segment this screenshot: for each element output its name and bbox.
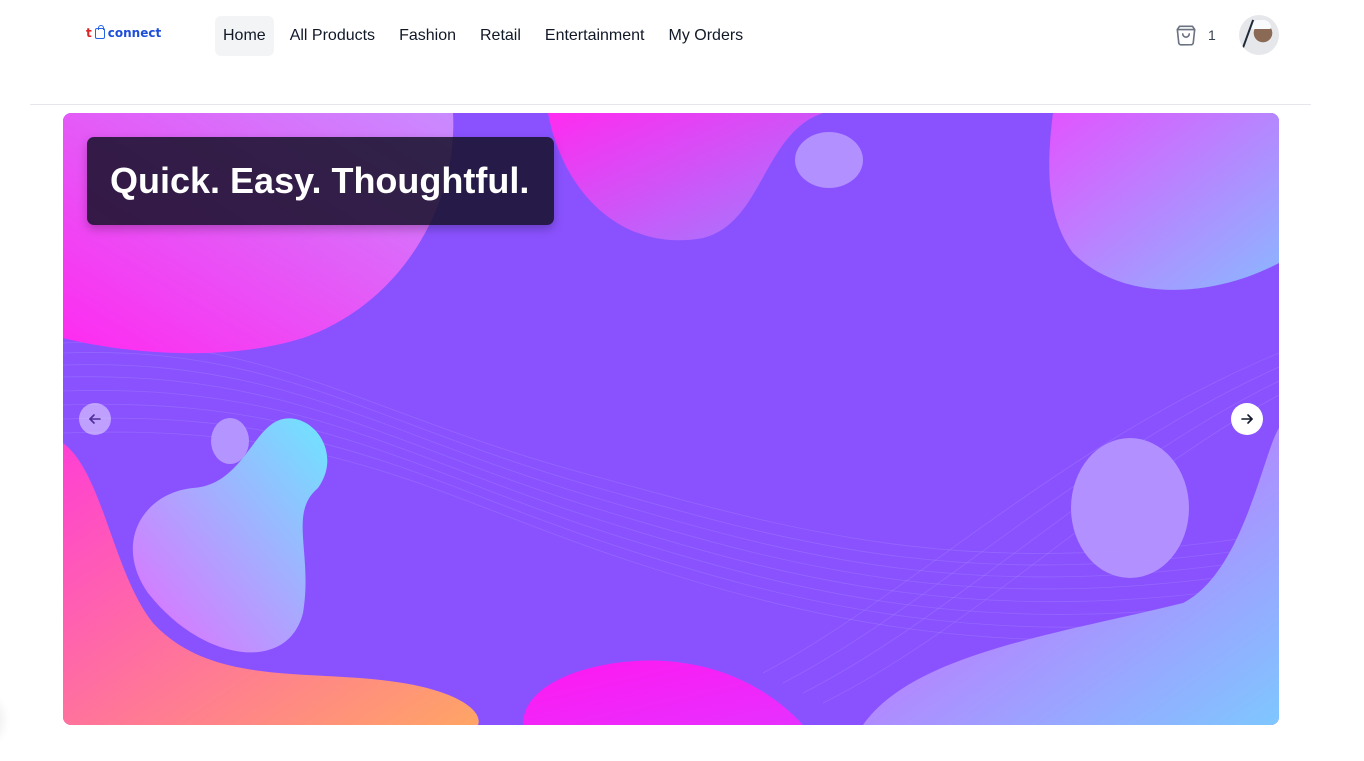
- hero-headline: Quick. Easy. Thoughtful.: [110, 160, 530, 201]
- brand-logo[interactable]: t connect: [86, 24, 162, 40]
- hero-headline-box: Quick. Easy. Thoughtful.: [87, 137, 554, 225]
- nav-item-all-products[interactable]: All Products: [282, 16, 383, 56]
- user-avatar[interactable]: [1239, 15, 1279, 55]
- logo-word: connect: [107, 26, 162, 40]
- shopping-bag-icon: [1176, 25, 1196, 46]
- main-nav: Home All Products Fashion Retail Enterta…: [215, 16, 759, 56]
- arrow-left-icon: [89, 414, 101, 424]
- shopping-bag-icon: [94, 24, 105, 39]
- nav-item-fashion[interactable]: Fashion: [391, 16, 464, 56]
- carousel-next-button[interactable]: [1231, 403, 1263, 435]
- page-edge-shadow: [0, 700, 4, 740]
- logo-prefix: t: [86, 26, 92, 40]
- top-navbar: t connect Home All Products Fashion Reta…: [30, 0, 1311, 105]
- arrow-right-icon: [1241, 414, 1253, 424]
- nav-item-entertainment[interactable]: Entertainment: [537, 16, 653, 56]
- nav-item-home[interactable]: Home: [215, 16, 274, 56]
- hero-banner: Quick. Easy. Thoughtful.: [63, 113, 1279, 725]
- nav-item-retail[interactable]: Retail: [472, 16, 529, 56]
- nav-item-my-orders[interactable]: My Orders: [661, 16, 752, 56]
- cart-button[interactable]: 1: [1173, 22, 1216, 48]
- carousel-prev-button[interactable]: [79, 403, 111, 435]
- cart-count: 1: [1208, 27, 1216, 43]
